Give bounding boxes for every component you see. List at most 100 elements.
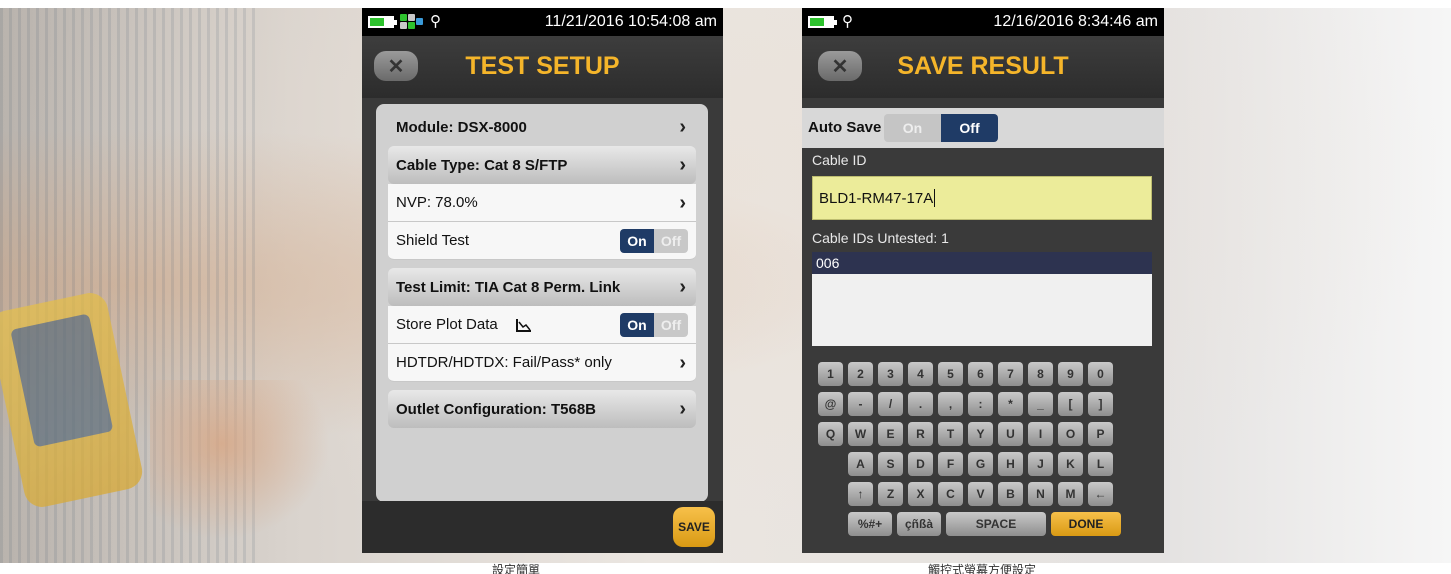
store-plot-label: Store Plot Data [396, 316, 498, 333]
location-pin-icon: ⚲ [430, 13, 441, 30]
cable-id-label: Cable ID [812, 152, 867, 168]
space-key[interactable]: SPACE [946, 512, 1046, 536]
caption-left: 設定簡單 [492, 563, 541, 574]
key[interactable]: H [998, 452, 1023, 476]
save-result-screen: ⚲ 12/16/2016 8:34:46 am ✕ SAVE RESULT Au… [802, 8, 1164, 553]
key[interactable]: Z [878, 482, 903, 506]
key[interactable]: D [908, 452, 933, 476]
setup-panel: Module: DSX-8000 › Cable Type: Cat 8 S/F… [376, 104, 708, 502]
key[interactable]: E [878, 422, 903, 446]
key[interactable]: R [908, 422, 933, 446]
key[interactable]: O [1058, 422, 1083, 446]
shift-key[interactable]: ↑ [848, 482, 873, 506]
cable-type-label: Cable Type: Cat 8 S/FTP [396, 156, 568, 174]
key[interactable]: P [1088, 422, 1113, 446]
key[interactable]: 6 [968, 362, 993, 386]
key[interactable]: * [998, 392, 1023, 416]
key[interactable]: Y [968, 422, 993, 446]
save-button[interactable]: SAVE [673, 507, 715, 547]
key[interactable]: @ [818, 392, 843, 416]
outlet-config-label: Outlet Configuration: T568B [396, 400, 596, 418]
keyboard-row-bottom: %#+ çñßà SPACE DONE [848, 512, 1121, 536]
key[interactable]: M [1058, 482, 1083, 506]
key[interactable]: U [998, 422, 1023, 446]
hdtdr-row[interactable]: HDTDR/HDTDX: Fail/Pass* only › [388, 344, 696, 382]
key[interactable]: G [968, 452, 993, 476]
key[interactable]: I [1028, 422, 1053, 446]
key[interactable]: / [878, 392, 903, 416]
key[interactable]: 7 [998, 362, 1023, 386]
on-screen-keyboard: 1 2 3 4 5 6 7 8 9 0 @ - / . , : * _ [ ] … [812, 352, 1152, 553]
page-title: SAVE RESULT [897, 52, 1069, 80]
toggle-off: Off [654, 313, 688, 337]
key[interactable]: : [968, 392, 993, 416]
toggle-on: On [620, 229, 654, 253]
cable-id-input[interactable]: BLD1-RM47-17A [812, 176, 1152, 220]
shield-test-label: Shield Test [396, 232, 470, 249]
key[interactable]: S [878, 452, 903, 476]
store-plot-toggle[interactable]: On Off [620, 313, 688, 337]
keyboard-row-digits: 1 2 3 4 5 6 7 8 9 0 [818, 362, 1113, 386]
key[interactable]: 5 [938, 362, 963, 386]
accents-key[interactable]: çñßà [897, 512, 941, 536]
key[interactable]: A [848, 452, 873, 476]
key[interactable]: . [908, 392, 933, 416]
key[interactable]: ] [1088, 392, 1113, 416]
title-bar: ✕ SAVE RESULT [802, 36, 1164, 98]
key[interactable]: X [908, 482, 933, 506]
keyboard-row-asdf: A S D F G H J K L [848, 452, 1113, 476]
toggle-on: On [884, 114, 941, 142]
shield-test-toggle[interactable]: On Off [620, 229, 688, 253]
key[interactable]: F [938, 452, 963, 476]
keyboard-row-zxcv: ↑ Z X C V B N M ← [848, 482, 1113, 506]
key[interactable]: 0 [1088, 362, 1113, 386]
auto-save-toggle[interactable]: On Off [884, 114, 998, 142]
location-pin-icon: ⚲ [842, 13, 853, 30]
keyboard-row-qwerty: Q W E R T Y U I O P [818, 422, 1113, 446]
title-bar: ✕ TEST SETUP [362, 36, 723, 98]
toggle-off: Off [654, 229, 688, 253]
untested-label: Cable IDs Untested: 1 [812, 230, 949, 246]
module-row[interactable]: Module: DSX-8000 › [388, 108, 696, 146]
key[interactable]: - [848, 392, 873, 416]
symbols-key[interactable]: %#+ [848, 512, 892, 536]
key[interactable]: T [938, 422, 963, 446]
key[interactable]: _ [1028, 392, 1053, 416]
key[interactable]: 1 [818, 362, 843, 386]
done-button[interactable]: DONE [1051, 512, 1121, 536]
outlet-config-row[interactable]: Outlet Configuration: T568B › [388, 390, 696, 428]
test-limit-row[interactable]: Test Limit: TIA Cat 8 Perm. Link › [388, 268, 696, 306]
key[interactable]: N [1028, 482, 1053, 506]
key[interactable]: 8 [1028, 362, 1053, 386]
key[interactable]: [ [1058, 392, 1083, 416]
bottom-bar: SAVE [362, 501, 723, 553]
chevron-right-icon: › [679, 398, 686, 420]
chevron-right-icon: › [679, 276, 686, 298]
status-bar: ⚲ 11/21/2016 10:54:08 am [362, 8, 723, 36]
backspace-key[interactable]: ← [1088, 482, 1113, 506]
key[interactable]: , [938, 392, 963, 416]
key[interactable]: 2 [848, 362, 873, 386]
test-limit-label: Test Limit: TIA Cat 8 Perm. Link [396, 278, 621, 296]
untested-list[interactable]: 006 [812, 252, 1152, 346]
toggle-on: On [620, 313, 654, 337]
key[interactable]: L [1088, 452, 1113, 476]
chevron-right-icon: › [679, 116, 686, 138]
key[interactable]: 4 [908, 362, 933, 386]
key[interactable]: 9 [1058, 362, 1083, 386]
status-bar: ⚲ 12/16/2016 8:34:46 am [802, 8, 1164, 36]
key[interactable]: K [1058, 452, 1083, 476]
key[interactable]: W [848, 422, 873, 446]
key[interactable]: C [938, 482, 963, 506]
caption-right: 觸控式螢幕方便設定 [928, 563, 1037, 574]
cable-type-row[interactable]: Cable Type: Cat 8 S/FTP › [388, 146, 696, 184]
key[interactable]: V [968, 482, 993, 506]
key[interactable]: J [1028, 452, 1053, 476]
nvp-label: NVP: 78.0% [396, 194, 478, 211]
connection-status-icon [400, 14, 424, 30]
key[interactable]: Q [818, 422, 843, 446]
key[interactable]: B [998, 482, 1023, 506]
list-item[interactable]: 006 [812, 252, 1152, 274]
key[interactable]: 3 [878, 362, 903, 386]
nvp-row[interactable]: NVP: 78.0% › [388, 184, 696, 222]
